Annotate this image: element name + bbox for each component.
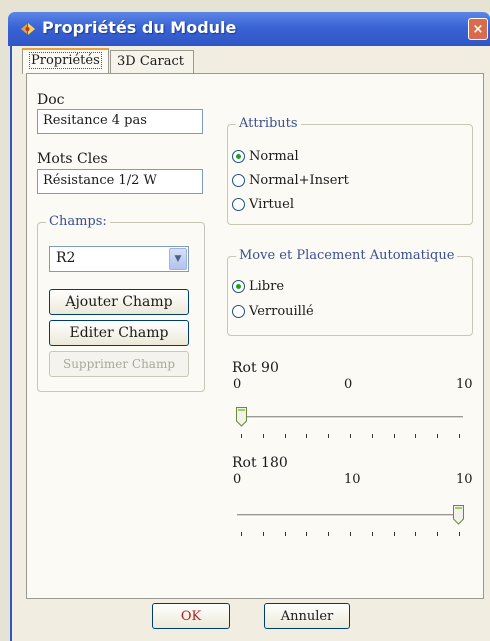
close-icon: × xyxy=(472,21,484,37)
rot90-value: 0 xyxy=(344,377,353,392)
slider-tick xyxy=(371,434,373,438)
attributes-legend: Attributs xyxy=(236,116,301,131)
radio-virtuel[interactable]: Virtuel xyxy=(232,197,294,212)
slider-tick xyxy=(241,532,242,536)
add-field-button[interactable]: Ajouter Champ xyxy=(49,289,189,315)
rot180-label: Rot 180 xyxy=(232,455,288,471)
rot90-slider-thumb[interactable] xyxy=(236,407,247,427)
rot180-slider-thumb[interactable] xyxy=(453,505,464,525)
slider-tick xyxy=(350,434,351,438)
slider-tick xyxy=(306,532,308,536)
slider-tick xyxy=(393,532,395,536)
slider-tick xyxy=(328,532,330,536)
doc-input[interactable]: Resitance 4 pas xyxy=(37,109,203,134)
slider-tick xyxy=(415,532,417,536)
window-title: Propriétés du Module xyxy=(42,18,237,37)
delete-field-button[interactable]: Supprimer Champ xyxy=(49,351,189,377)
slider-tick xyxy=(241,434,242,438)
placement-legend: Move et Placement Automatique xyxy=(236,248,458,263)
cancel-button[interactable]: Annuler xyxy=(264,603,350,629)
tab-3d-caract[interactable]: 3D Caract xyxy=(110,50,194,74)
fields-group: Champs: R2 ▼ Ajouter Champ Editer Champ … xyxy=(37,214,205,392)
slider-tick xyxy=(284,532,286,536)
radio-label: Virtuel xyxy=(249,197,294,212)
slider-tick xyxy=(437,532,439,536)
slider-tick xyxy=(262,532,264,536)
radio-label: Libre xyxy=(249,279,285,294)
close-button[interactable]: × xyxy=(468,18,488,40)
rot90-max: 10 xyxy=(456,377,473,392)
tab-proprietes[interactable]: Propriétés xyxy=(22,48,109,74)
placement-group: Move et Placement Automatique Libre Verr… xyxy=(227,248,473,336)
slider-tick xyxy=(328,434,330,438)
doc-label: Doc xyxy=(37,92,65,108)
dialog-body: Propriétés 3D Caract Doc Resitance 4 pas… xyxy=(10,46,490,641)
chevron-down-icon[interactable]: ▼ xyxy=(169,248,187,270)
radio-indicator xyxy=(232,305,245,318)
keywords-label: Mots Cles xyxy=(37,151,108,167)
slider-tick xyxy=(459,532,460,536)
title-bar[interactable]: Propriétés du Module × xyxy=(8,12,490,46)
radio-label: Verrouillé xyxy=(249,304,314,319)
attributes-group: Attributs Normal Normal+Insert Virtuel xyxy=(227,116,473,225)
slider-tick xyxy=(306,434,308,438)
radio-indicator xyxy=(232,280,245,293)
radio-indicator xyxy=(232,174,245,187)
tab-label: Propriétés xyxy=(29,52,102,69)
radio-normal[interactable]: Normal xyxy=(232,149,299,164)
slider-tick xyxy=(437,434,439,438)
fields-legend: Champs: xyxy=(46,214,110,229)
field-select[interactable]: R2 ▼ xyxy=(49,246,189,272)
radio-libre[interactable]: Libre xyxy=(232,279,284,294)
tab-label: 3D Caract xyxy=(117,54,184,69)
radio-indicator xyxy=(232,198,245,211)
slider-tick xyxy=(459,434,460,438)
radio-normal-insert[interactable]: Normal+Insert xyxy=(232,173,349,188)
radio-label: Normal xyxy=(249,149,299,164)
rot180-max: 10 xyxy=(456,472,473,487)
field-select-value: R2 xyxy=(56,250,76,266)
properties-panel: Doc Resitance 4 pas Mots Cles Résistance… xyxy=(26,73,484,599)
slider-tick xyxy=(284,434,286,438)
rot90-label: Rot 90 xyxy=(232,360,279,376)
rot180-min: 0 xyxy=(233,472,242,487)
radio-verrouille[interactable]: Verrouillé xyxy=(232,304,314,319)
radio-indicator xyxy=(232,150,245,163)
radio-label: Normal+Insert xyxy=(249,173,349,188)
slider-tick xyxy=(262,434,264,438)
module-icon xyxy=(21,23,35,35)
rot90-min: 0 xyxy=(233,377,242,392)
keywords-input[interactable]: Résistance 1/2 W xyxy=(37,169,203,194)
rot90-slider-track[interactable] xyxy=(237,416,463,419)
ok-button[interactable]: OK xyxy=(152,603,230,629)
slider-tick xyxy=(371,532,373,536)
slider-tick xyxy=(350,532,351,536)
rot180-slider-track[interactable] xyxy=(237,514,463,517)
slider-tick xyxy=(393,434,395,438)
properties-window: Propriétés du Module × Propriétés 3D Car… xyxy=(0,0,490,641)
rot180-value: 10 xyxy=(344,472,361,487)
slider-tick xyxy=(415,434,417,438)
edit-field-button[interactable]: Editer Champ xyxy=(49,320,189,346)
